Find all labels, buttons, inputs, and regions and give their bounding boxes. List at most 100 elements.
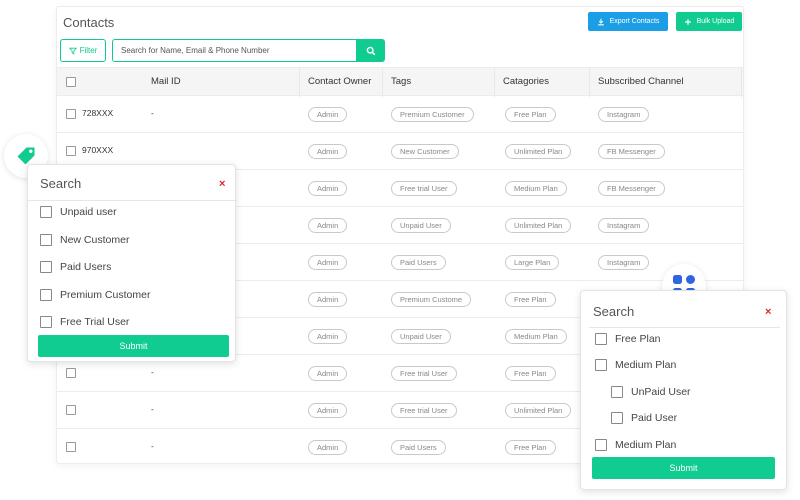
tag-option[interactable]: Free Trial User: [40, 316, 129, 328]
category-option[interactable]: Free Plan: [595, 333, 661, 345]
owner-pill: Admin: [308, 440, 348, 455]
tag-option[interactable]: Paid Users: [40, 261, 111, 273]
tag-pill: Free trial User: [391, 366, 457, 381]
tag-popup-search[interactable]: Search: [40, 176, 81, 191]
category-option[interactable]: Medium Plan: [595, 439, 676, 451]
filter-label: Filter: [79, 46, 98, 55]
export-contacts-label: Export Contacts: [609, 18, 660, 25]
search-icon: [366, 46, 375, 55]
tag-pill: Free trial User: [391, 403, 457, 418]
category-pill: Large Plan: [505, 255, 560, 270]
owner-pill: Admin: [308, 144, 348, 159]
category-pill: Free Plan: [505, 107, 556, 122]
option-label: Unpaid user: [60, 206, 117, 218]
owner-pill: Admin: [308, 366, 348, 381]
row-checkbox[interactable]: [66, 368, 76, 378]
owner-pill: Admin: [308, 255, 348, 270]
option-label: UnPaid User: [631, 386, 691, 398]
divider: [589, 327, 780, 328]
filter-button[interactable]: Filter: [60, 39, 106, 62]
option-label: New Customer: [60, 234, 130, 246]
table-header: Mail ID Contact Owner Tags Catagories Su…: [57, 67, 743, 97]
checkbox[interactable]: [595, 359, 607, 371]
checkbox[interactable]: [40, 261, 52, 273]
column-header-categories: Catagories: [503, 76, 549, 87]
owner-pill: Admin: [308, 107, 348, 122]
contact-name: 970XXX: [82, 145, 114, 155]
checkbox[interactable]: [40, 289, 52, 301]
category-pill: Medium Plan: [505, 181, 567, 196]
category-pill: Free Plan: [505, 366, 556, 381]
select-all-checkbox[interactable]: [66, 77, 76, 87]
column-header-tags: Tags: [391, 76, 412, 87]
plus-icon: [684, 18, 691, 25]
category-suboption[interactable]: Paid User: [611, 412, 677, 424]
channel-pill: FB Messenger: [598, 181, 665, 196]
mail-id: -: [151, 404, 154, 414]
tag-pill: Premium Customer: [391, 107, 474, 122]
tag-pill: Paid Users: [391, 255, 446, 270]
tag-filter-popup: Search × Unpaid user New Customer Paid U…: [27, 164, 237, 362]
owner-pill: Admin: [308, 292, 348, 307]
option-label: Medium Plan: [615, 359, 677, 371]
checkbox[interactable]: [40, 206, 52, 218]
owner-pill: Admin: [308, 218, 348, 233]
checkbox[interactable]: [595, 333, 607, 345]
mail-id: -: [151, 108, 154, 118]
divider: [28, 200, 237, 201]
row-checkbox[interactable]: [66, 109, 76, 119]
row-checkbox[interactable]: [66, 146, 76, 156]
tag-submit-button[interactable]: Submit: [38, 335, 229, 357]
channel-pill: Instagram: [598, 107, 650, 122]
option-label: Free Plan: [615, 333, 661, 345]
table-row[interactable]: 728XXX - Admin Premium Customer Free Plan Ins…: [57, 96, 743, 133]
mail-id: -: [151, 441, 154, 451]
row-checkbox[interactable]: [66, 405, 76, 415]
column-separator: [494, 68, 495, 97]
category-pill: Unlimited Plan: [505, 403, 572, 418]
category-pill: Medium Plan: [505, 329, 567, 344]
bulk-upload-label: Bulk Upload: [696, 18, 735, 25]
option-label: Paid User: [631, 412, 678, 424]
owner-pill: Admin: [308, 181, 348, 196]
checkbox[interactable]: [611, 412, 623, 424]
checkbox[interactable]: [40, 316, 52, 328]
checkbox[interactable]: [40, 234, 52, 246]
search-button[interactable]: [356, 39, 385, 62]
column-header-mail-id: Mail ID: [151, 76, 181, 87]
tag-pill: Free trial User: [391, 181, 457, 196]
category-suboption[interactable]: UnPaid User: [611, 386, 691, 398]
row-checkbox[interactable]: [66, 442, 76, 452]
tag-pill: New Customer: [391, 144, 459, 159]
channel-pill: Instagram: [598, 218, 650, 233]
channel-pill: FB Messenger: [598, 144, 665, 159]
download-icon: [597, 18, 604, 25]
column-header-subscribed-channel: Subscribed Channel: [598, 76, 684, 87]
category-submit-button[interactable]: Submit: [592, 457, 775, 479]
filter-icon: [68, 47, 77, 54]
option-label: Free Trial User: [60, 316, 130, 328]
tag-option[interactable]: New Customer: [40, 234, 129, 246]
channel-pill: Instagram: [598, 255, 650, 270]
mail-id: -: [151, 367, 154, 377]
export-contacts-button[interactable]: Export Contacts: [588, 12, 668, 31]
search-input[interactable]: [112, 39, 357, 62]
close-icon[interactable]: ×: [219, 178, 225, 190]
tag-option[interactable]: Unpaid user: [40, 206, 117, 218]
checkbox[interactable]: [595, 439, 607, 451]
category-popup-search[interactable]: Search: [593, 304, 634, 319]
category-pill: Free Plan: [505, 292, 556, 307]
bulk-upload-button[interactable]: Bulk Upload: [676, 12, 742, 31]
column-separator: [299, 68, 300, 97]
category-option[interactable]: Medium Plan: [595, 359, 676, 371]
column-separator: [741, 68, 742, 97]
close-icon[interactable]: ×: [765, 306, 771, 318]
checkbox[interactable]: [611, 386, 623, 398]
category-pill: Free Plan: [505, 440, 556, 455]
tag-option[interactable]: Premium Customer: [40, 289, 150, 301]
tag-pill: Unpaid User: [391, 218, 451, 233]
option-label: Medium Plan: [615, 439, 677, 451]
category-pill: Unlimited Plan: [505, 144, 572, 159]
page-title: Contacts: [63, 15, 115, 30]
tag-pill: Paid Users: [391, 440, 446, 455]
